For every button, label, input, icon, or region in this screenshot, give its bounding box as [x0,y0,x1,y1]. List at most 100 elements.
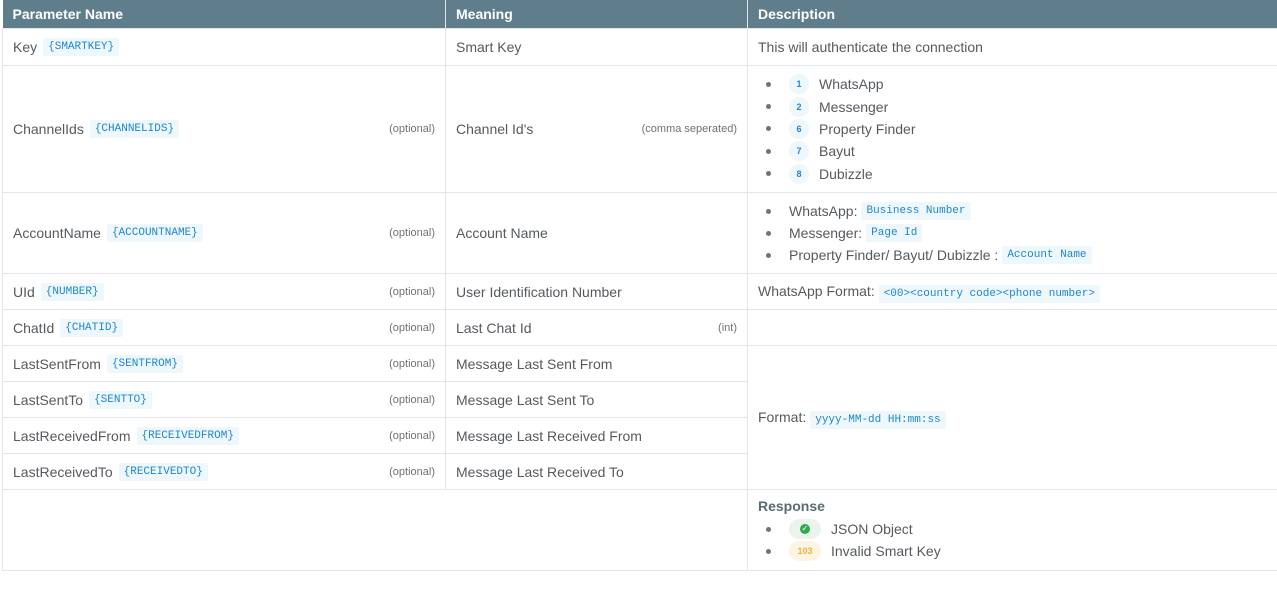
channel-number-badge: 1 [789,74,809,95]
bullet-icon [766,252,771,258]
param-cell: UId {NUMBER} (optional) [2,273,446,310]
bullet-icon [766,104,771,110]
table-row: Key {SMARTKEY} Smart Key This will authe… [2,28,1277,66]
optional-note: (optional) [389,285,435,298]
table-row: LastSentFrom {SENTFROM} (optional) Messa… [2,345,1277,490]
meaning-cell: Message Last Sent To [445,381,748,418]
description-cell: WhatsApp: Business Number Messenger: Page … [747,192,1277,274]
bullet-icon [766,126,771,132]
list-item: Messenger: Page Id [758,222,1268,244]
param-cell: AccountName {ACCOUNTNAME} (optional) [2,192,446,274]
param-name: LastSentFrom [13,355,101,372]
param-name: LastSentTo [13,391,84,408]
meaning-cell: Last Chat Id (int) [445,309,748,346]
bullet-icon [766,230,771,236]
table-row: AccountName {ACCOUNTNAME} (optional) Acc… [2,192,1277,274]
account-list: WhatsApp: Business Number Messenger: Page … [758,200,1268,266]
param-cell: LastSentTo {SENTTO} (optional) [2,381,446,418]
channel-number-badge: 7 [789,141,809,162]
param-name: AccountName [13,225,101,241]
channel-label: Dubizzle [819,165,873,182]
optional-note: (optional) [389,123,435,135]
param-cell: LastSentFrom {SENTFROM} (optional) [2,345,446,382]
list-item: 6 Property Finder [758,118,1268,140]
meaning-text: Channel Id's [456,121,534,137]
description-cell: Format: yyyy-MM-dd HH:mm:ss [747,345,1277,490]
account-code: Business Number [861,202,971,220]
list-item: ✓ JSON Object [758,518,1268,540]
bullet-icon [766,208,771,214]
channel-number-badge: 2 [789,96,809,117]
param-cell: ChannelIds {CHANNELIDS} (optional) [2,65,446,193]
header-description: Description [747,0,1277,29]
list-item: 103 Invalid Smart Key [758,540,1268,562]
uid-format-label: WhatsApp Format: [758,283,875,299]
param-cell: ChatId {CHATID} (optional) [2,309,446,346]
param-code: {RECEIVEDTO} [118,462,208,481]
response-list: ✓ JSON Object 103 Invalid Smart Key [758,518,1268,562]
account-code: Account Name [1002,246,1092,264]
format-code: yyyy-MM-dd HH:mm:ss [810,411,946,429]
channel-label: Bayut [819,143,855,160]
meaning-cell: User Identification Number [445,273,748,310]
table-header-row: Parameter Name Meaning Description [2,0,1277,29]
table-row: Response ✓ JSON Object 103 Invalid Smart K… [2,489,1277,571]
table-row: ChannelIds {CHANNELIDS} (optional) Chann… [2,65,1277,193]
account-label: WhatsApp: [789,203,858,219]
list-item: Property Finder/ Bayut/ Dubizzle : Accoun… [758,244,1268,266]
parameters-table: Parameter Name Meaning Description Key {… [2,0,1277,571]
description-cell: WhatsApp Format: <00><country code><phone… [747,273,1277,310]
optional-note: (optional) [389,321,435,334]
optional-note: (optional) [389,465,435,478]
channel-number-badge: 8 [789,163,809,184]
list-item: 7 Bayut [758,140,1268,162]
meaning-cell: Message Last Sent From [445,345,748,382]
meaning-cell: Message Last Received To [445,453,748,490]
param-name: ChannelIds [13,121,84,137]
param-code: {SMARTKEY} [43,38,120,56]
bullet-icon [766,171,771,177]
param-name: ChatId [13,319,55,336]
account-code: Page Id [866,224,923,242]
description-cell [747,309,1277,346]
channel-number-badge: 6 [789,118,809,139]
bullet-icon [766,148,771,154]
check-icon: ✓ [800,524,810,534]
table-row: ChatId {CHATID} (optional) Last Chat Id (… [2,309,1277,346]
account-label: Property Finder/ Bayut/ Dubizzle : [789,247,999,263]
meaning-cell: Message Last Received From [445,417,748,454]
bullet-icon [766,81,771,87]
meaning-cell: Account Name [445,192,748,274]
meaning-cell: Smart Key [445,28,748,66]
param-name: LastReceivedTo [13,463,113,480]
response-cell: Response ✓ JSON Object 103 Invalid Smart K… [747,489,1277,571]
channel-list: 1 WhatsApp 2 Messenger 6 Property Finder 7B… [758,73,1268,185]
response-ok-label: JSON Object [831,521,913,537]
table-row: UId {NUMBER} (optional) User Identificat… [2,273,1277,310]
channel-label: Messenger [819,98,889,115]
meaning-text: Last Chat Id [456,319,532,336]
optional-note: (optional) [389,429,435,442]
description-cell: 1 WhatsApp 2 Messenger 6 Property Finder 7B… [747,65,1277,193]
param-code: {SENTFROM} [106,354,183,373]
success-badge: ✓ [789,519,821,539]
optional-note: (optional) [389,227,435,239]
meaning-note: (comma seperated) [641,123,737,135]
channel-label: Property Finder [819,120,916,137]
header-meaning: Meaning [445,0,748,29]
param-code: {NUMBER} [40,282,104,301]
optional-note: (optional) [389,357,435,370]
error-code-badge: 103 [789,541,821,561]
param-cell: LastReceivedFrom {RECEIVEDFROM} (optiona… [2,417,446,454]
list-item: 2 Messenger [758,95,1268,117]
header-parameter-name: Parameter Name [2,0,446,29]
bullet-icon [766,548,771,554]
response-error-label: Invalid Smart Key [831,543,941,559]
list-item: 8 Dubizzle [758,163,1268,185]
list-item: 1 WhatsApp [758,73,1268,95]
param-code: {ACCOUNTNAME} [106,224,203,242]
optional-note: (optional) [389,393,435,406]
param-code: {CHATID} [60,318,124,337]
param-code: {SENTTO} [89,390,152,409]
param-name: UId [13,283,35,300]
